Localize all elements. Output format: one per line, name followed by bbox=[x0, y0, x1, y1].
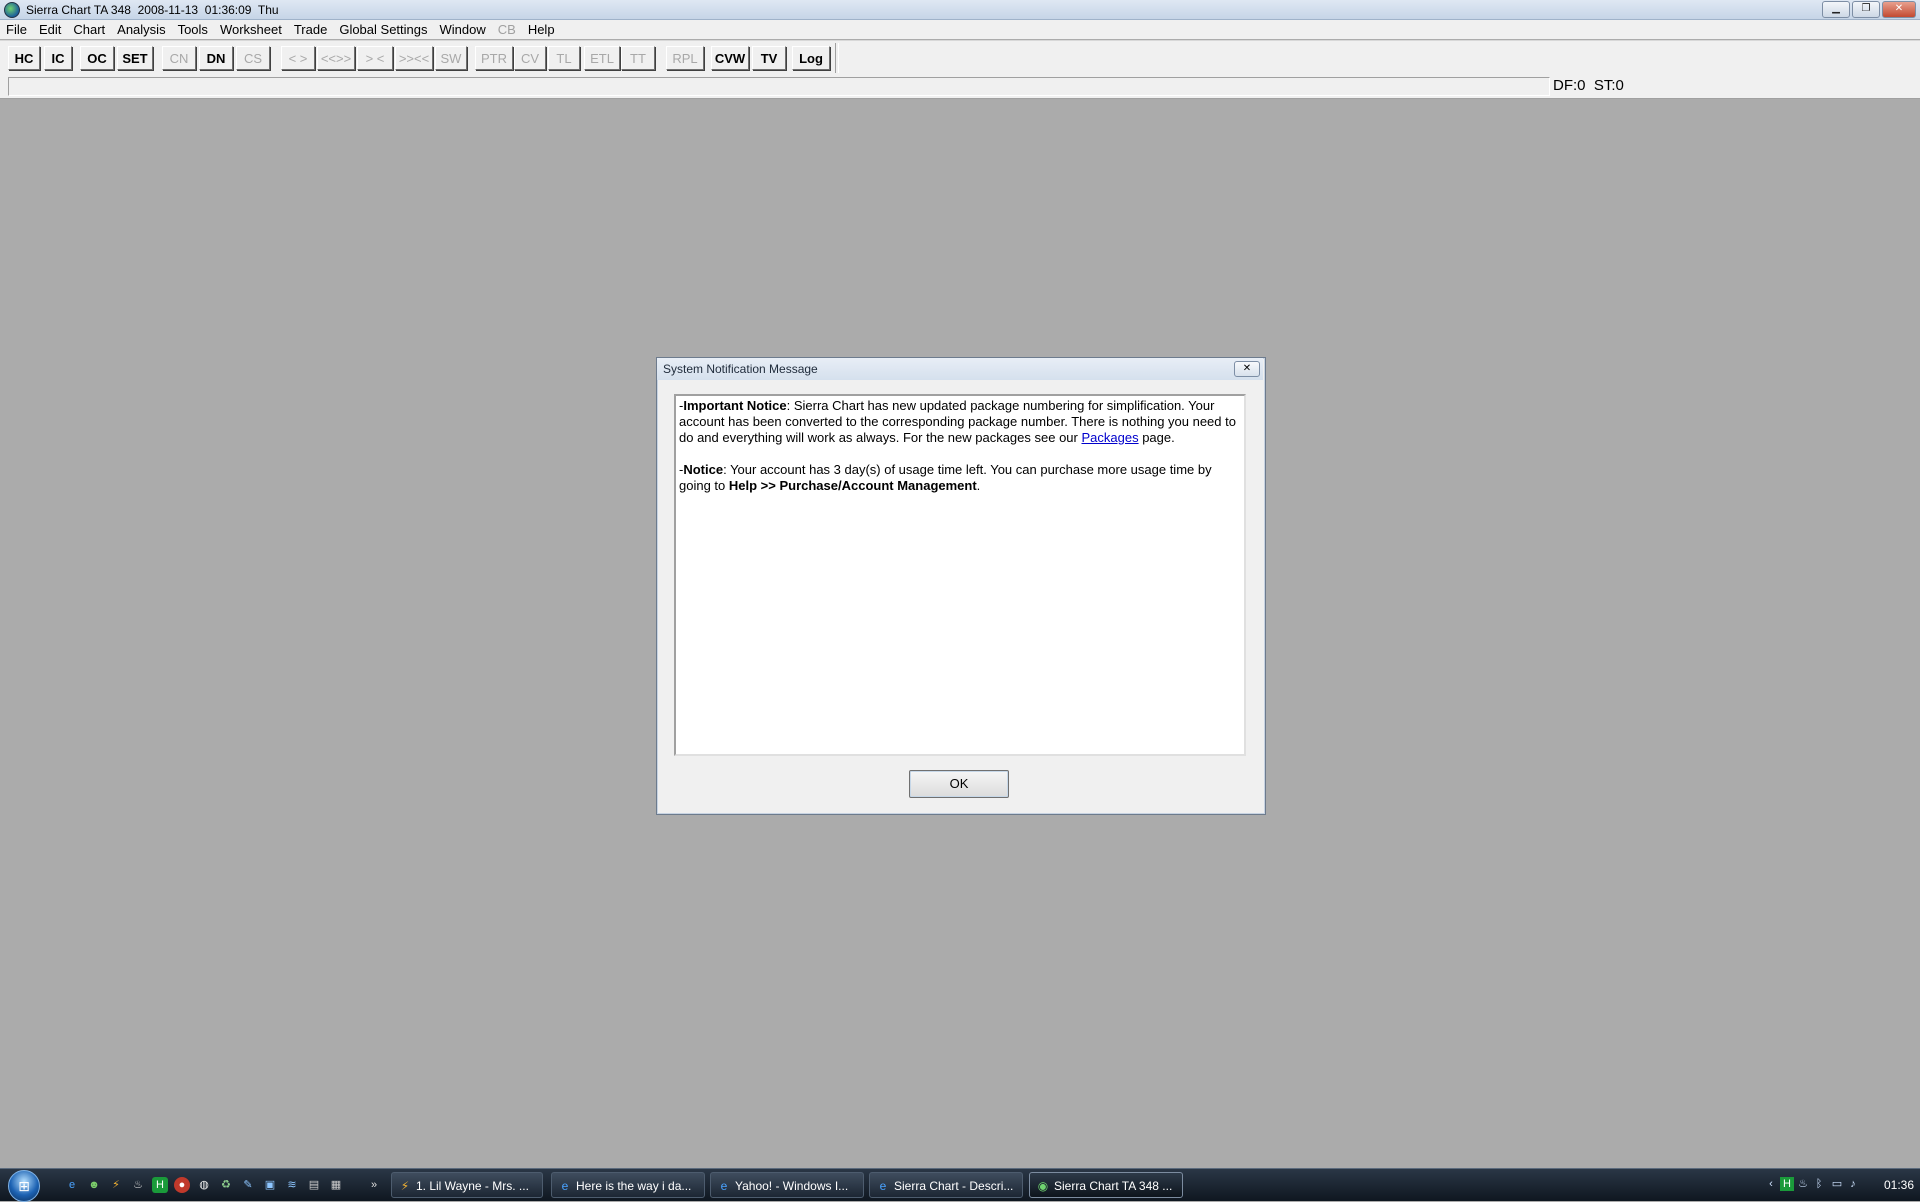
toolbar-button-log[interactable]: Log bbox=[792, 46, 830, 70]
toolbar-button-etl[interactable]: ETL bbox=[584, 46, 620, 70]
taskbar-task-label: Sierra Chart - Descri... bbox=[894, 1179, 1014, 1193]
menu-edit[interactable]: Edit bbox=[33, 22, 67, 37]
restore-button[interactable]: ❐ bbox=[1852, 1, 1880, 18]
ie-icon: e bbox=[561, 1179, 569, 1193]
ok-button[interactable]: OK bbox=[909, 770, 1009, 798]
toolbar-button-ptr[interactable]: PTR bbox=[475, 46, 513, 70]
show-desktop-icon[interactable]: ▦ bbox=[328, 1177, 344, 1193]
volume-icon[interactable]: ♪ bbox=[1846, 1177, 1860, 1191]
taskbar-task-button[interactable]: ◉ Sierra Chart TA 348 ... bbox=[1029, 1172, 1183, 1198]
df-st-indicator: DF:0 ST:0 bbox=[1553, 77, 1624, 94]
menu-worksheet[interactable]: Worksheet bbox=[214, 22, 288, 37]
taskbar-task-label: 1. Lil Wayne - Mrs. ... bbox=[416, 1179, 529, 1193]
green-app-icon[interactable]: H bbox=[152, 1177, 168, 1193]
usage-notice-suffix: . bbox=[976, 478, 981, 493]
winamp-quicklaunch-icon[interactable]: ⚡ bbox=[108, 1177, 124, 1193]
taskbar: ⊞ e ☻ ⚡ ♨ H ● ◍ ♻ ✎ ▣ ≋ ▤ ▦ » ⚡ 1. Lil Wa… bbox=[0, 1168, 1920, 1202]
toolbar-button-gtgtltlt[interactable]: >><< bbox=[395, 46, 433, 70]
taskbar-task-label: Yahoo! - Windows I... bbox=[735, 1179, 849, 1193]
taskbar-task-button[interactable]: ⚡ 1. Lil Wayne - Mrs. ... bbox=[391, 1172, 543, 1198]
menu-analysis[interactable]: Analysis bbox=[111, 22, 171, 37]
toolbar: HC IC OC SET CN DN CS < > <<>> > < >><< SW PTR CV TL ET… bbox=[0, 40, 1920, 75]
toolbar-button-tt[interactable]: TT bbox=[621, 46, 655, 70]
minimize-button[interactable]: ▁ bbox=[1822, 1, 1850, 18]
usage-notice-heading: Notice bbox=[683, 462, 724, 477]
menu-trade[interactable]: Trade bbox=[288, 22, 333, 37]
menu-window[interactable]: Window bbox=[434, 22, 492, 37]
status-message-field bbox=[8, 77, 1550, 96]
toolbar-button-hc[interactable]: HC bbox=[8, 46, 40, 70]
toolbar-button-cv[interactable]: CV bbox=[514, 46, 546, 70]
red-app-icon[interactable]: ● bbox=[174, 1177, 190, 1193]
toolbar-button-ltltgtgt[interactable]: <<>> bbox=[317, 46, 355, 70]
pen-icon[interactable]: ✎ bbox=[240, 1177, 256, 1193]
taskbar-task-label: Sierra Chart TA 348 ... bbox=[1054, 1179, 1173, 1193]
menu-tools[interactable]: Tools bbox=[172, 22, 214, 37]
toolbar-button-tv[interactable]: TV bbox=[752, 46, 786, 70]
toolbar-button-cs[interactable]: CS bbox=[236, 46, 270, 70]
toolbar-button-cn[interactable]: CN bbox=[162, 46, 196, 70]
toolbar-button-ltgt[interactable]: < > bbox=[281, 46, 315, 70]
windows-orb-icon[interactable]: ⊞ bbox=[8, 1170, 40, 1202]
ie-icon: e bbox=[720, 1179, 728, 1193]
wave-icon[interactable]: ≋ bbox=[284, 1177, 300, 1193]
dialog-title: System Notification Message bbox=[657, 358, 1263, 380]
menu-bar: File Edit Chart Analysis Tools Worksheet Trade… bbox=[0, 20, 1920, 39]
title-bar: Sierra Chart TA 348 2008-11-13 01:36:09 … bbox=[0, 0, 1920, 20]
window-title: Sierra Chart TA 348 2008-11-13 01:36:09 … bbox=[26, 2, 279, 17]
toolbar-button-rpl[interactable]: RPL bbox=[666, 46, 704, 70]
toolbar-button-ic[interactable]: IC bbox=[44, 46, 72, 70]
toolbar-button-oc[interactable]: OC bbox=[80, 46, 114, 70]
dialog-close-button[interactable]: ✕ bbox=[1234, 361, 1260, 377]
bluetooth-icon[interactable]: ᛒ bbox=[1812, 1177, 1826, 1191]
quicklaunch-more-chevron-icon[interactable]: » bbox=[366, 1177, 382, 1193]
tray-steam-icon[interactable]: ♨ bbox=[1796, 1177, 1810, 1191]
messenger-icon[interactable]: ☻ bbox=[86, 1177, 102, 1193]
taskbar-task-label: Here is the way i da... bbox=[576, 1179, 692, 1193]
tray-expand-chevron-icon[interactable]: ‹ bbox=[1764, 1177, 1778, 1191]
purchase-menu-path: Help >> Purchase/Account Management bbox=[728, 478, 977, 493]
notification-text-box[interactable]: -Important Notice: Sierra Chart has new … bbox=[674, 394, 1246, 756]
taskbar-task-button[interactable]: e Yahoo! - Windows I... bbox=[710, 1172, 864, 1198]
important-notice-heading: Important Notice bbox=[683, 398, 787, 413]
toolbar-button-gtlt[interactable]: > < bbox=[357, 46, 393, 70]
sierra-chart-app-icon[interactable] bbox=[4, 1, 20, 18]
sierra-chart-icon: ◉ bbox=[1037, 1179, 1049, 1193]
globe-icon[interactable]: ◍ bbox=[196, 1177, 212, 1193]
toolbar-button-set[interactable]: SET bbox=[117, 46, 153, 70]
window-switch-icon[interactable]: ▤ bbox=[306, 1177, 322, 1193]
menu-global-settings[interactable]: Global Settings bbox=[333, 22, 433, 37]
close-button[interactable]: ✕ bbox=[1882, 1, 1916, 18]
menu-cb[interactable]: CB bbox=[492, 22, 522, 37]
system-notification-dialog: System Notification Message ✕ -Important… bbox=[656, 357, 1266, 815]
winamp-icon: ⚡ bbox=[400, 1179, 410, 1193]
tray-app-icon[interactable]: H bbox=[1780, 1177, 1794, 1191]
toolbar-button-dn[interactable]: DN bbox=[199, 46, 233, 70]
toolbar-button-sw[interactable]: SW bbox=[435, 46, 467, 70]
steam-icon[interactable]: ♨ bbox=[130, 1177, 146, 1193]
doc-icon[interactable]: ▣ bbox=[262, 1177, 278, 1193]
taskbar-task-button[interactable]: e Here is the way i da... bbox=[551, 1172, 705, 1198]
menu-file[interactable]: File bbox=[0, 22, 33, 37]
ie-quicklaunch-icon[interactable]: e bbox=[64, 1177, 80, 1193]
toolbar-separator bbox=[835, 43, 839, 73]
window-controls: ▁ ❐ ✕ bbox=[1822, 1, 1916, 18]
taskbar-task-button[interactable]: e Sierra Chart - Descri... bbox=[869, 1172, 1023, 1198]
packages-link[interactable]: Packages bbox=[1081, 430, 1138, 445]
usage-notice-paragraph: -Notice: Your account has 3 day(s) of us… bbox=[679, 462, 1241, 494]
toolbar-button-cvw[interactable]: CVW bbox=[711, 46, 749, 70]
ie-icon: e bbox=[879, 1179, 887, 1193]
menu-help[interactable]: Help bbox=[522, 22, 561, 37]
network-icon[interactable]: ▭ bbox=[1830, 1177, 1844, 1191]
tool-icon[interactable]: ♻ bbox=[218, 1177, 234, 1193]
toolbar-button-tl[interactable]: TL bbox=[548, 46, 580, 70]
clock[interactable]: 01:36 bbox=[1884, 1169, 1914, 1201]
menu-chart[interactable]: Chart bbox=[67, 22, 111, 37]
status-row: DF:0 ST:0 bbox=[0, 75, 1920, 99]
important-notice-suffix: page. bbox=[1138, 430, 1175, 445]
system-tray: ‹ H ♨ ᛒ ▭ ♪ 01:36 bbox=[1760, 1169, 1920, 1201]
important-notice-paragraph: -Important Notice: Sierra Chart has new … bbox=[679, 398, 1241, 446]
